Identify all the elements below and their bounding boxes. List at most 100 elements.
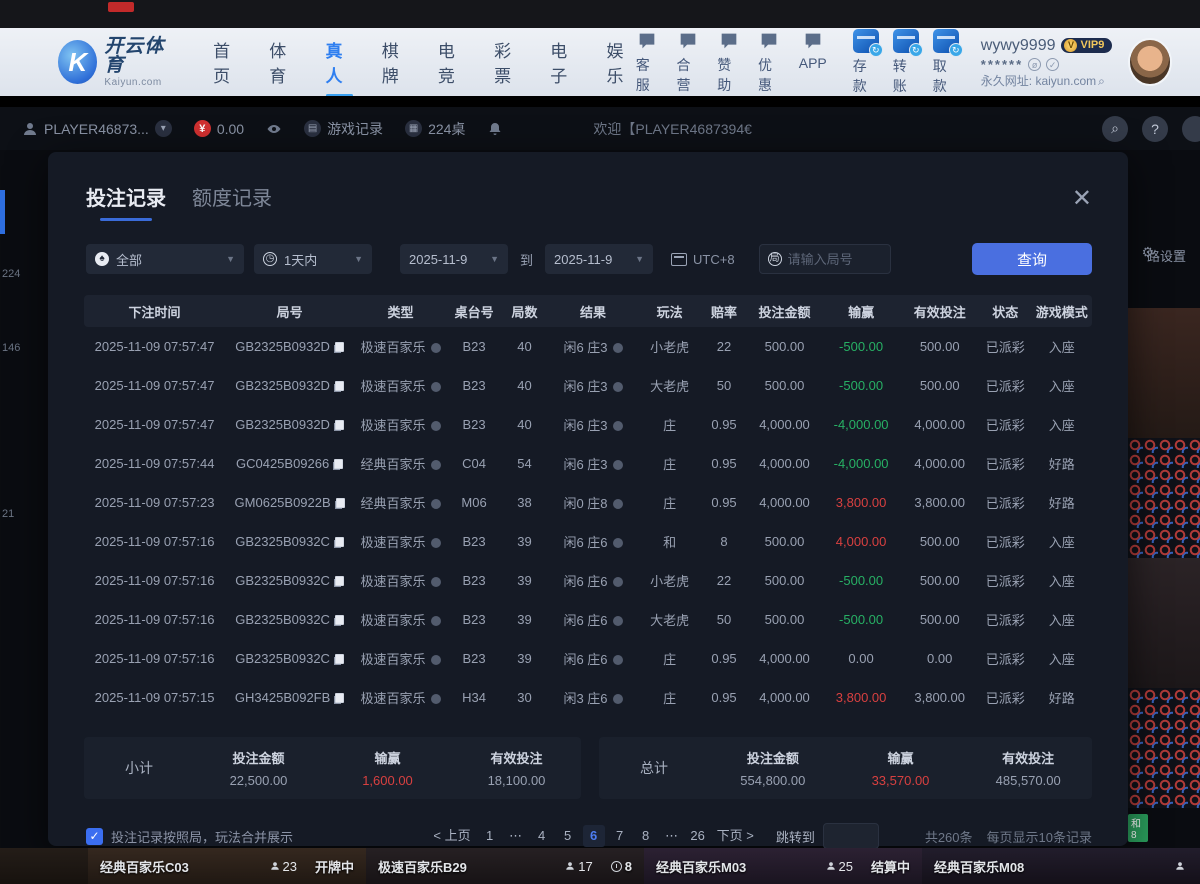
date-to-select[interactable]: 2025-11-9 ▼	[545, 244, 653, 274]
player-account[interactable]: PLAYER46873... ▾	[22, 120, 172, 137]
page-number[interactable]: 6	[583, 825, 605, 847]
info-icon[interactable]	[431, 694, 441, 704]
tab-quota-records[interactable]: 额度记录	[192, 182, 272, 221]
copy-icon[interactable]	[336, 498, 345, 508]
eye-off-icon[interactable]: ø	[1028, 58, 1041, 71]
time-range-select[interactable]: ◷ 1天内 ▼	[254, 244, 372, 274]
info-icon[interactable]	[613, 343, 623, 353]
help-icon[interactable]: ?	[1142, 116, 1168, 142]
info-icon[interactable]	[613, 694, 623, 704]
quick-action[interactable]: 优惠	[758, 30, 781, 95]
info-icon[interactable]	[613, 577, 623, 587]
close-icon[interactable]: ✕	[1072, 187, 1092, 221]
table-tile[interactable]: 经典百家乐C03 23 开牌中	[88, 848, 366, 884]
notifications[interactable]	[487, 121, 503, 137]
info-icon[interactable]	[431, 577, 441, 587]
user-info[interactable]: wywy9999 V VIP9 ****** ø ✓ 永久网址: kaiyun.…	[981, 38, 1113, 87]
wallet-action[interactable]: 取款	[933, 29, 959, 96]
copy-icon[interactable]	[335, 420, 344, 430]
game-type-select[interactable]: ♠ 全部 ▼	[86, 244, 244, 274]
quick-action[interactable]: 赞助	[717, 30, 740, 95]
dealer-video-thumb[interactable]	[1128, 308, 1200, 438]
prev-page-button[interactable]: < 上页	[429, 825, 474, 847]
balance-display[interactable]: ¥ 0.00	[194, 120, 244, 137]
magnifier-icon[interactable]: ⌕	[1098, 75, 1105, 87]
page-number[interactable]: 1	[479, 825, 501, 847]
info-icon[interactable]	[431, 499, 441, 509]
next-page-button[interactable]: 下页 >	[713, 825, 758, 847]
refresh-icon[interactable]: ✓	[1046, 58, 1059, 71]
table-tile[interactable]: 经典百家乐M08	[922, 848, 1200, 884]
page-number[interactable]: 8	[635, 825, 657, 847]
nav-item[interactable]: 彩票	[493, 31, 523, 93]
chevron-down-icon[interactable]: ▾	[155, 120, 172, 137]
info-icon[interactable]	[431, 655, 441, 665]
table-tile-partial[interactable]	[0, 848, 88, 884]
info-icon[interactable]	[613, 421, 623, 431]
info-icon[interactable]	[431, 421, 441, 431]
copy-icon[interactable]	[335, 537, 344, 547]
info-icon[interactable]	[431, 538, 441, 548]
table-row[interactable]: 2025-11-09 07:57:16 GB2325B0932C 极速百家乐 B…	[84, 639, 1092, 678]
roadmap-thumb[interactable]	[1128, 438, 1200, 558]
date-from-select[interactable]: 2025-11-9 ▼	[400, 244, 508, 274]
copy-icon[interactable]	[335, 342, 344, 352]
info-icon[interactable]	[613, 460, 623, 470]
search-icon[interactable]: ⌕	[1102, 116, 1128, 142]
site-logo[interactable]: K 开云体育 Kaiyun.com	[58, 37, 176, 88]
info-icon[interactable]	[613, 382, 623, 392]
table-row[interactable]: 2025-11-09 07:57:47 GB2325B0932D 极速百家乐 B…	[84, 405, 1092, 444]
info-icon[interactable]	[431, 382, 441, 392]
page-number[interactable]: 4	[531, 825, 553, 847]
roadmap-thumb[interactable]	[1128, 688, 1200, 808]
quick-action[interactable]: 客服	[636, 30, 659, 95]
copy-icon[interactable]	[335, 381, 344, 391]
table-row[interactable]: 2025-11-09 07:57:23 GM0625B0922B 经典百家乐 M…	[84, 483, 1092, 522]
avatar[interactable]	[1128, 38, 1172, 86]
page-number[interactable]: ⋯	[661, 825, 683, 847]
nav-item[interactable]: 电子	[549, 31, 579, 93]
quick-action[interactable]: 合营	[676, 30, 699, 95]
copy-icon[interactable]	[335, 576, 344, 586]
table-row[interactable]: 2025-11-09 07:57:15 GH3425B092FB 极速百家乐 H…	[84, 678, 1092, 717]
copy-icon[interactable]	[334, 459, 343, 469]
eye-toggle[interactable]	[266, 121, 282, 137]
info-icon[interactable]	[613, 655, 623, 665]
nav-item[interactable]: 首页	[212, 31, 242, 93]
copy-icon[interactable]	[335, 615, 344, 625]
page-number[interactable]: ⋯	[505, 825, 527, 847]
dealer-video-thumb[interactable]	[1128, 558, 1200, 688]
merge-checkbox[interactable]: ✓	[86, 828, 103, 845]
info-icon[interactable]	[431, 460, 441, 470]
page-number[interactable]: 5	[557, 825, 579, 847]
nav-item[interactable]: 真人	[324, 31, 354, 93]
table-row[interactable]: 2025-11-09 07:57:16 GB2325B0932C 极速百家乐 B…	[84, 522, 1092, 561]
info-icon[interactable]	[613, 616, 623, 626]
info-icon[interactable]	[431, 343, 441, 353]
table-tile[interactable]: 极速百家乐B29 17 8	[366, 848, 644, 884]
page-number[interactable]: 26	[687, 825, 709, 847]
tab-bet-records[interactable]: 投注记录	[86, 182, 166, 221]
round-input[interactable]	[788, 252, 878, 267]
nav-item[interactable]: 棋牌	[381, 31, 411, 93]
timezone-display[interactable]: UTC+8	[671, 252, 735, 267]
table-row[interactable]: 2025-11-09 07:57:16 GB2325B0932C 极速百家乐 B…	[84, 561, 1092, 600]
game-records-link[interactable]: ▤ 游戏记录	[304, 119, 383, 139]
nav-item[interactable]: 电竞	[437, 31, 467, 93]
table-row[interactable]: 2025-11-09 07:57:47 GB2325B0932D 极速百家乐 B…	[84, 327, 1092, 366]
info-icon[interactable]	[613, 499, 623, 509]
table-row[interactable]: 2025-11-09 07:57:16 GB2325B0932C 极速百家乐 B…	[84, 600, 1092, 639]
table-tile[interactable]: 经典百家乐M03 25 结算中	[644, 848, 922, 884]
table-row[interactable]: 2025-11-09 07:57:47 GB2325B0932D 极速百家乐 B…	[84, 366, 1092, 405]
nav-item[interactable]: 娱乐	[606, 31, 636, 93]
nav-item[interactable]: 体育	[268, 31, 298, 93]
tables-link[interactable]: ▦ 224桌	[405, 119, 465, 139]
jump-page-input[interactable]	[823, 823, 879, 849]
page-number[interactable]: 7	[609, 825, 631, 847]
copy-icon[interactable]	[335, 693, 344, 703]
wallet-action[interactable]: 存款	[853, 29, 879, 96]
info-icon[interactable]	[431, 616, 441, 626]
copy-icon[interactable]	[335, 654, 344, 664]
wallet-action[interactable]: 转账	[893, 29, 919, 96]
info-icon[interactable]	[613, 538, 623, 548]
